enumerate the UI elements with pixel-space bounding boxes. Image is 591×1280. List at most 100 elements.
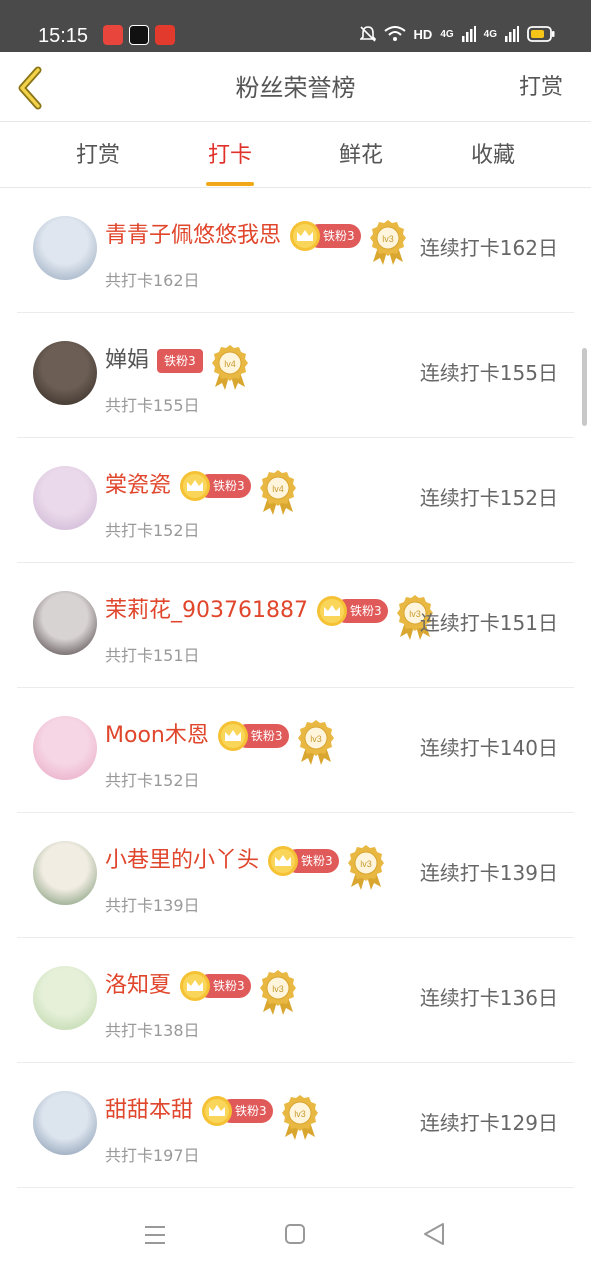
total-checkin-days: 共打卡138日 <box>105 1021 200 1040</box>
fan-list: 青青子佩悠悠我思 铁粉3 lv3 共打卡162日 连续打卡162日 婵娟 铁粉3 lv4 共打卡… <box>0 188 591 1188</box>
music-app-icon <box>155 25 175 45</box>
fan-level-badge: 铁粉3 <box>316 596 388 626</box>
level-medal-icon: lv4 <box>259 470 296 515</box>
crown-icon <box>180 471 211 501</box>
crown-icon <box>202 1096 233 1126</box>
fan-name-row: 洛知夏 铁粉3 lv3 <box>105 968 297 1015</box>
back-triangle-icon <box>424 1223 444 1245</box>
total-checkin-days: 共打卡152日 <box>105 521 200 540</box>
signal-label-2: 4G <box>483 28 497 40</box>
fan-name[interactable]: 甜甜本甜 <box>105 1096 193 1126</box>
crown-icon <box>316 596 347 626</box>
fan-level-badge: 铁粉3 <box>157 346 203 376</box>
level-medal-icon: lv3 <box>281 1095 318 1140</box>
streak-checkin-days: 连续打卡152日 <box>419 486 558 510</box>
status-icons: HD 4G 4G <box>359 25 555 43</box>
level-label: lv3 <box>294 1109 306 1119</box>
fan-name-row: 小巷里的小丫头 铁粉3 lv3 <box>105 843 385 890</box>
fan-level-badge: 铁粉3 <box>217 721 289 751</box>
streak-checkin-days: 连续打卡136日 <box>419 986 558 1010</box>
streak-checkin-days: 连续打卡129日 <box>419 1111 558 1135</box>
fan-level-badge: 铁粉3 <box>179 471 251 501</box>
fan-list-item[interactable]: 棠瓷瓷 铁粉3 lv4 共打卡152日 连续打卡152日 <box>17 438 574 563</box>
tab-checkin-label: 打卡 <box>207 143 252 168</box>
mute-bell-icon <box>359 26 376 42</box>
fan-name-row: Moon木恩 铁粉3 lv3 <box>105 718 335 765</box>
total-checkin-days: 共打卡155日 <box>105 396 200 415</box>
avatar[interactable] <box>33 1091 97 1155</box>
avatar[interactable] <box>33 966 97 1030</box>
fan-list-item[interactable]: 小巷里的小丫头 铁粉3 lv3 共打卡139日 连续打卡139日 <box>17 813 574 938</box>
total-checkin-days: 共打卡152日 <box>105 771 200 790</box>
fan-level-badge: 铁粉3 <box>289 221 361 251</box>
streak-checkin-days: 连续打卡140日 <box>419 736 558 760</box>
fan-name-row: 青青子佩悠悠我思 铁粉3 lv3 <box>105 218 407 265</box>
avatar[interactable] <box>33 841 97 905</box>
tab-flowers-label: 鲜花 <box>338 143 383 168</box>
crown-icon <box>268 846 299 876</box>
avatar[interactable] <box>33 591 97 655</box>
signal-label-1: 4G <box>440 28 454 40</box>
crown-icon <box>290 221 321 251</box>
signal-icon <box>461 26 476 42</box>
level-label: lv3 <box>310 734 322 744</box>
tabs-bar: 打赏 打卡 鲜花 收藏 <box>0 122 591 188</box>
fan-badge: 铁粉3 <box>157 349 203 373</box>
level-label: lv4 <box>224 359 236 369</box>
wifi-icon <box>383 26 406 41</box>
tab-reward-label: 打赏 <box>75 143 120 168</box>
tab-checkin[interactable]: 打卡 <box>190 140 270 186</box>
fan-name-row: 婵娟 铁粉3 lv4 <box>105 343 249 390</box>
total-checkin-days: 共打卡139日 <box>105 896 200 915</box>
tab-favorites[interactable]: 收藏 <box>453 140 533 172</box>
fan-name[interactable]: 婵娟 <box>105 346 149 376</box>
fan-name-row: 甜甜本甜 铁粉3 lv3 <box>105 1093 319 1140</box>
fan-level-badge: 铁粉3 <box>179 971 251 1001</box>
streak-checkin-days: 连续打卡155日 <box>419 361 558 385</box>
total-checkin-days: 共打卡197日 <box>105 1146 200 1165</box>
fan-name[interactable]: 棠瓷瓷 <box>105 471 171 501</box>
avatar[interactable] <box>33 216 97 280</box>
network-label: HD <box>413 26 433 42</box>
status-app-icons <box>103 25 175 45</box>
tab-flowers[interactable]: 鲜花 <box>321 140 401 172</box>
nav-menu-button[interactable] <box>136 1218 176 1252</box>
fan-name-row: 棠瓷瓷 铁粉3 lv4 <box>105 468 297 515</box>
level-label: lv3 <box>360 859 372 869</box>
level-label: lv4 <box>272 484 284 494</box>
avatar[interactable] <box>33 466 97 530</box>
level-medal-icon: lv3 <box>297 720 334 765</box>
active-tab-indicator <box>206 182 254 186</box>
level-medal-icon: lv3 <box>259 970 296 1015</box>
page-title: 粉丝荣誉榜 <box>235 74 356 102</box>
avatar[interactable] <box>33 716 97 780</box>
avatar[interactable] <box>33 341 97 405</box>
home-square-icon <box>285 1224 305 1244</box>
nav-home-button[interactable] <box>275 1218 315 1252</box>
fan-list-item[interactable]: 洛知夏 铁粉3 lv3 共打卡138日 连续打卡136日 <box>17 938 574 1063</box>
fan-name[interactable]: Moon木恩 <box>105 721 209 751</box>
tab-reward[interactable]: 打赏 <box>58 140 138 172</box>
fan-name[interactable]: 小巷里的小丫头 <box>105 846 259 876</box>
nav-back-button[interactable] <box>414 1218 454 1252</box>
scrollbar-thumb[interactable] <box>582 348 587 426</box>
level-medal-icon: lv3 <box>369 220 406 265</box>
fan-name[interactable]: 茉莉花_903761887 <box>105 596 308 626</box>
fan-name-row: 茉莉花_903761887 铁粉3 lv3 <box>105 593 434 640</box>
app-header: 粉丝荣誉榜 打赏 <box>0 52 591 122</box>
reward-header-button[interactable]: 打赏 <box>519 72 563 104</box>
level-label: lv3 <box>382 234 394 244</box>
streak-checkin-days: 连续打卡162日 <box>419 236 558 260</box>
fan-list-item[interactable]: 甜甜本甜 铁粉3 lv3 共打卡197日 连续打卡129日 <box>17 1063 574 1188</box>
fan-list-item[interactable]: 茉莉花_903761887 铁粉3 lv3 共打卡151日 连续打卡151日 <box>17 563 574 688</box>
fan-list-item[interactable]: Moon木恩 铁粉3 lv3 共打卡152日 连续打卡140日 <box>17 688 574 813</box>
signal-icon-2 <box>505 26 519 42</box>
status-time: 15:15 <box>38 25 89 47</box>
fan-list-item[interactable]: 青青子佩悠悠我思 铁粉3 lv3 共打卡162日 连续打卡162日 <box>17 188 574 313</box>
crown-icon <box>217 721 248 751</box>
fan-name[interactable]: 洛知夏 <box>105 971 171 1001</box>
fan-list-item[interactable]: 婵娟 铁粉3 lv4 共打卡155日 连续打卡155日 <box>17 313 574 438</box>
level-medal-icon: lv3 <box>347 845 384 890</box>
battery-icon <box>527 26 555 42</box>
fan-name[interactable]: 青青子佩悠悠我思 <box>105 221 281 251</box>
